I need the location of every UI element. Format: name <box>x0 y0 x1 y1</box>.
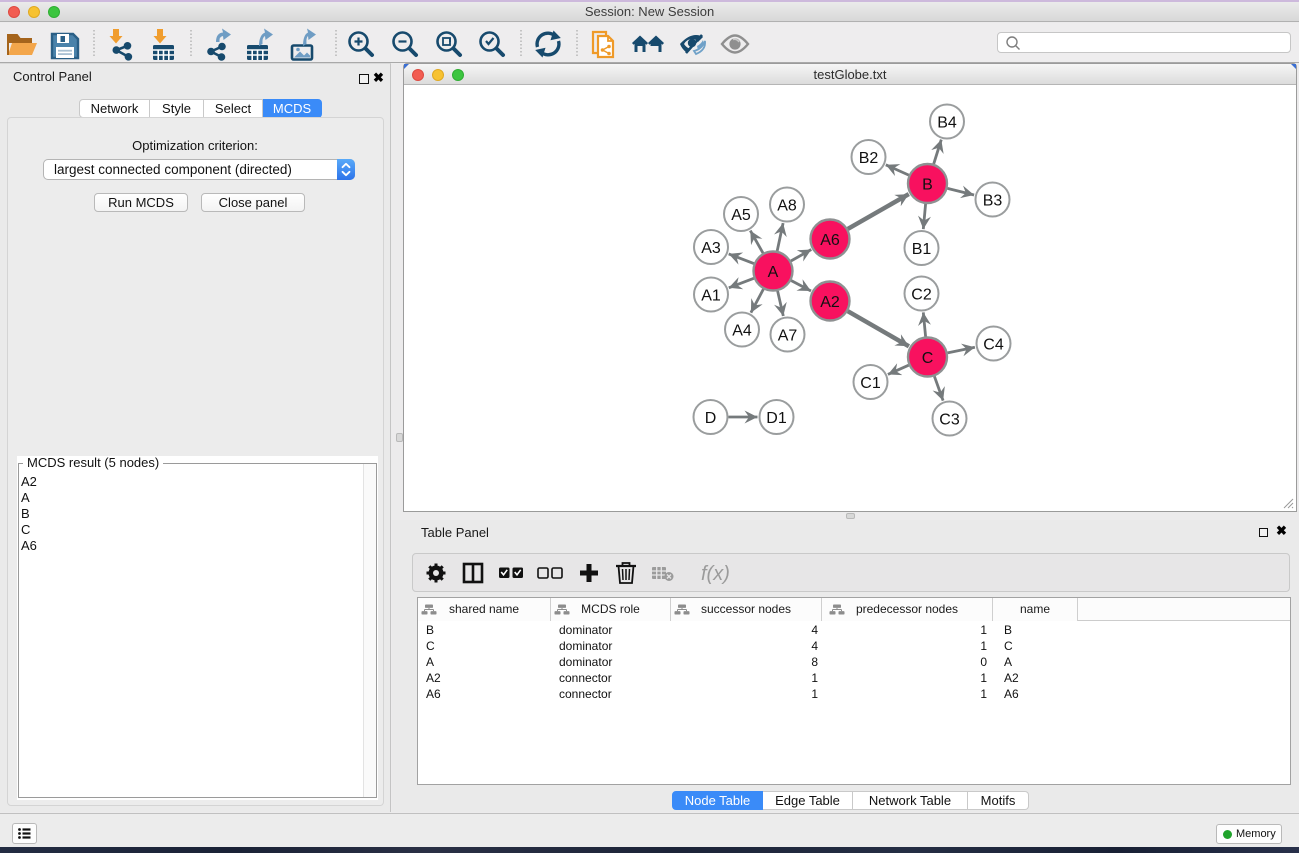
svg-text:D1: D1 <box>766 410 787 427</box>
svg-text:B3: B3 <box>983 193 1003 210</box>
svg-text:A5: A5 <box>731 207 751 224</box>
svg-text:B: B <box>922 177 933 194</box>
svg-text:C2: C2 <box>911 287 932 304</box>
svg-text:C: C <box>922 350 934 367</box>
svg-text:A1: A1 <box>701 288 721 305</box>
svg-text:A4: A4 <box>732 323 752 340</box>
svg-text:B1: B1 <box>912 241 932 258</box>
svg-text:A3: A3 <box>701 240 721 257</box>
svg-text:B2: B2 <box>859 150 879 167</box>
svg-text:B4: B4 <box>937 115 957 132</box>
svg-text:A8: A8 <box>777 198 797 215</box>
svg-text:A2: A2 <box>820 294 840 311</box>
svg-text:A: A <box>768 264 779 281</box>
svg-text:D: D <box>705 410 717 427</box>
svg-text:f(x): f(x) <box>701 563 730 585</box>
svg-text:C1: C1 <box>860 375 881 392</box>
svg-text:C3: C3 <box>939 412 960 429</box>
svg-text:A6: A6 <box>820 232 840 249</box>
svg-text:C4: C4 <box>983 337 1004 354</box>
svg-text:A7: A7 <box>778 328 798 345</box>
